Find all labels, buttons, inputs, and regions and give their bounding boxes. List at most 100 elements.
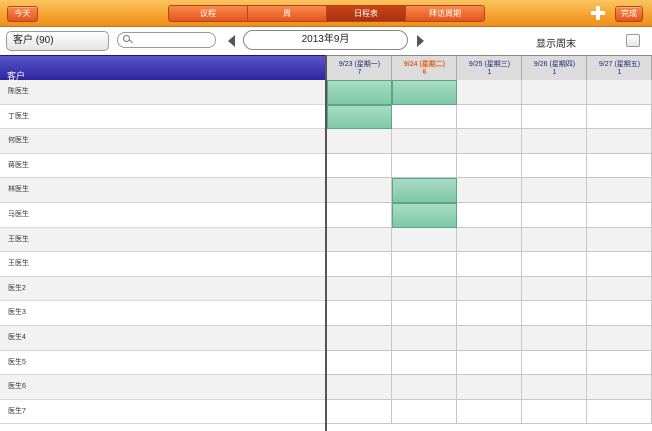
schedule-cell[interactable]	[522, 326, 587, 351]
day-header[interactable]: 9/23 (星期一) 7	[327, 56, 392, 81]
schedule-cell[interactable]	[457, 80, 522, 105]
client-row[interactable]: 医生3	[0, 301, 325, 326]
schedule-cell[interactable]	[392, 326, 457, 351]
schedule-cell[interactable]	[392, 399, 457, 425]
client-row[interactable]: 医生4	[0, 326, 325, 351]
today-button[interactable]: 今天	[7, 6, 38, 22]
schedule-cell[interactable]	[522, 227, 587, 253]
schedule-cell[interactable]	[392, 104, 457, 130]
schedule-cell[interactable]	[392, 129, 457, 154]
show-weekend-checkbox[interactable]	[626, 34, 640, 47]
schedule-cell[interactable]	[522, 129, 587, 154]
schedule-cell[interactable]	[327, 153, 392, 179]
schedule-cell[interactable]	[457, 104, 522, 130]
client-row[interactable]: 丁医生	[0, 104, 325, 130]
schedule-cell[interactable]	[457, 178, 522, 203]
client-row[interactable]: 医生6	[0, 375, 325, 400]
previous-month-arrow-icon[interactable]	[228, 35, 235, 47]
schedule-cell[interactable]	[327, 301, 392, 326]
schedule-cell[interactable]	[327, 252, 392, 277]
schedule-cell[interactable]	[392, 276, 457, 302]
tab-schedule[interactable]: 日程表	[327, 6, 406, 21]
client-row[interactable]: 医生7	[0, 399, 325, 425]
schedule-cell-booked[interactable]	[392, 80, 457, 105]
schedule-cell[interactable]	[327, 399, 392, 425]
schedule-cell[interactable]	[327, 129, 392, 154]
schedule-cell[interactable]	[587, 153, 652, 179]
plus-icon[interactable]	[590, 5, 606, 21]
schedule-cell[interactable]	[522, 80, 587, 105]
client-row[interactable]: 王医生	[0, 252, 325, 277]
schedule-cell[interactable]	[587, 399, 652, 425]
schedule-cell[interactable]	[587, 203, 652, 228]
schedule-cell-booked[interactable]	[327, 104, 392, 130]
schedule-cell[interactable]	[587, 276, 652, 302]
client-row[interactable]: 蒋医生	[0, 153, 325, 179]
client-row[interactable]: 陈医生	[0, 80, 325, 105]
schedule-cell[interactable]	[327, 276, 392, 302]
search-field[interactable]	[117, 32, 216, 48]
client-row[interactable]: 马医生	[0, 203, 325, 228]
search-input[interactable]	[134, 34, 212, 46]
schedule-cell[interactable]	[522, 375, 587, 400]
schedule-cell[interactable]	[457, 252, 522, 277]
schedule-cell-booked[interactable]	[327, 80, 392, 105]
schedule-cell[interactable]	[457, 227, 522, 253]
day-header[interactable]: 9/25 (星期三) 1	[457, 56, 522, 81]
client-row[interactable]: 林医生	[0, 178, 325, 203]
schedule-cell[interactable]	[587, 80, 652, 105]
client-row[interactable]: 医生5	[0, 350, 325, 376]
client-row[interactable]: 医生2	[0, 276, 325, 302]
client-row[interactable]: 王医生	[0, 227, 325, 253]
schedule-cell[interactable]	[327, 326, 392, 351]
schedule-cell[interactable]	[522, 350, 587, 376]
schedule-cell[interactable]	[522, 252, 587, 277]
schedule-cell[interactable]	[327, 350, 392, 376]
schedule-cell[interactable]	[587, 350, 652, 376]
done-button[interactable]: 完成	[615, 6, 643, 22]
schedule-cell[interactable]	[327, 203, 392, 228]
schedule-cell[interactable]	[457, 276, 522, 302]
schedule-cell[interactable]	[522, 399, 587, 425]
schedule-cell[interactable]	[457, 203, 522, 228]
schedule-cell[interactable]	[587, 252, 652, 277]
next-month-arrow-icon[interactable]	[417, 35, 424, 47]
client-row[interactable]: 何医生	[0, 129, 325, 154]
schedule-cell[interactable]	[457, 153, 522, 179]
tab-week[interactable]: 周	[248, 6, 327, 21]
schedule-cell[interactable]	[457, 350, 522, 376]
schedule-cell[interactable]	[587, 227, 652, 253]
schedule-cell[interactable]	[327, 375, 392, 400]
month-selector[interactable]: 2013年9月	[243, 30, 408, 50]
schedule-cell[interactable]	[587, 326, 652, 351]
day-header[interactable]: 9/24 (星期二) 6	[392, 56, 457, 81]
schedule-cell[interactable]	[327, 178, 392, 203]
day-header[interactable]: 9/26 (星期四) 1	[522, 56, 587, 81]
schedule-cell[interactable]	[522, 276, 587, 302]
schedule-cell[interactable]	[587, 178, 652, 203]
schedule-cell[interactable]	[392, 227, 457, 253]
schedule-cell[interactable]	[587, 375, 652, 400]
schedule-cell[interactable]	[457, 375, 522, 400]
schedule-cell[interactable]	[522, 178, 587, 203]
schedule-cell[interactable]	[392, 375, 457, 400]
schedule-cell-booked[interactable]	[392, 178, 457, 203]
schedule-cell[interactable]	[457, 326, 522, 351]
schedule-cell[interactable]	[522, 301, 587, 326]
schedule-cell[interactable]	[522, 104, 587, 130]
schedule-cell[interactable]	[457, 301, 522, 326]
schedule-cell[interactable]	[587, 104, 652, 130]
schedule-cell[interactable]	[392, 153, 457, 179]
day-header[interactable]: 9/27 (星期五) 1	[587, 56, 652, 81]
schedule-cell[interactable]	[587, 129, 652, 154]
schedule-cell[interactable]	[327, 227, 392, 253]
schedule-cell[interactable]	[392, 350, 457, 376]
tab-agenda[interactable]: 议程	[169, 6, 248, 21]
client-filter-button[interactable]: 客户 (90)	[6, 31, 109, 51]
schedule-cell[interactable]	[457, 399, 522, 425]
schedule-cell[interactable]	[457, 129, 522, 154]
schedule-cell[interactable]	[587, 301, 652, 326]
schedule-cell[interactable]	[522, 203, 587, 228]
schedule-cell-booked[interactable]	[392, 203, 457, 228]
schedule-cell[interactable]	[392, 252, 457, 277]
